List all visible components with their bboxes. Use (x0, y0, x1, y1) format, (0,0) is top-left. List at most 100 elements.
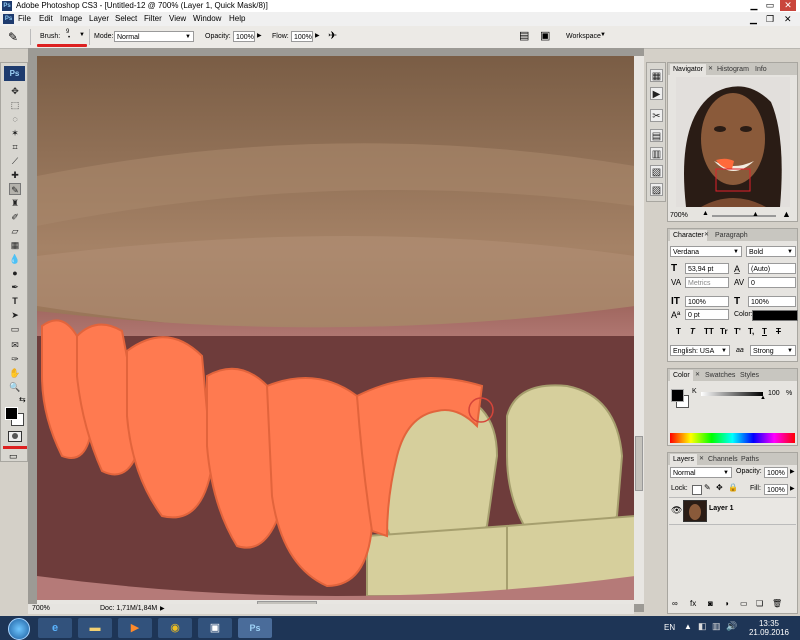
tab-paths[interactable]: Paths (738, 454, 762, 465)
menu-view[interactable]: View (169, 12, 186, 26)
flow-input[interactable]: 100% (291, 31, 313, 42)
doc-close-button[interactable]: ✕ (784, 12, 792, 26)
faux-italic-button[interactable]: T (690, 327, 695, 336)
minimize-button[interactable]: ▁ (746, 0, 762, 11)
opacity-input[interactable]: 100% (233, 31, 255, 42)
tab-info[interactable]: Info (752, 64, 770, 75)
strikethrough-button[interactable]: T (776, 327, 781, 336)
font-family-select[interactable]: Verdana ▼ (670, 246, 742, 257)
slice-tool-icon[interactable]: ⟋ (9, 155, 21, 167)
quick-mask-mode-icon[interactable] (8, 431, 22, 442)
language-select[interactable]: English: USA ▼ (670, 345, 730, 356)
document-canvas[interactable] (37, 56, 635, 604)
layer-style-icon[interactable]: fx (690, 599, 696, 608)
healing-brush-tool-icon[interactable]: ✚ (9, 169, 21, 181)
small-caps-button[interactable]: Tr (720, 327, 728, 336)
brush-picker-arrow-icon[interactable]: ▼ (79, 32, 85, 38)
blend-mode-select[interactable]: Normal ▼ (670, 467, 732, 478)
close-button[interactable]: ✕ (780, 0, 796, 11)
brush-tip-preview[interactable]: • (68, 35, 70, 41)
menu-layer[interactable]: Layer (89, 12, 109, 26)
vertical-scale-input[interactable]: 100% (685, 296, 729, 307)
layer-row[interactable]: 👁 Layer 1 (669, 497, 796, 525)
mode-select[interactable]: Normal ▼ (114, 31, 194, 42)
input-language[interactable]: EN (664, 623, 675, 632)
menu-filter[interactable]: Filter (144, 12, 162, 26)
layer-name[interactable]: Layer 1 (709, 505, 734, 512)
lock-transparency-icon[interactable] (692, 485, 702, 495)
tab-channels[interactable]: Channels (705, 454, 741, 465)
brush-tool-icon[interactable]: ✎ (9, 183, 21, 195)
history-icon[interactable]: ▦ (650, 69, 663, 82)
antialias-select[interactable]: Strong ▼ (750, 345, 796, 356)
fill-arrow-icon[interactable]: ▶ (790, 485, 795, 492)
system-clock[interactable]: 13:35 21.09.2016 (740, 619, 798, 637)
notes-tool-icon[interactable]: ✉ (9, 339, 21, 351)
doc-minimize-button[interactable]: ▁ (750, 12, 757, 26)
tab-color[interactable]: Color (670, 370, 693, 381)
tab-navigator[interactable]: Navigator (670, 64, 706, 75)
delete-layer-icon[interactable]: 🗑 (772, 599, 782, 608)
swap-colors-icon[interactable]: ⇆ (19, 395, 26, 404)
new-layer-icon[interactable]: ❏ (756, 599, 763, 608)
tab-layers[interactable]: Layers (670, 454, 698, 465)
zoom-level[interactable]: 700% (32, 604, 50, 614)
clone-stamp-tool-icon[interactable]: ♜ (9, 197, 21, 209)
navigator-thumbnail[interactable] (676, 77, 790, 207)
baseline-shift-input[interactable]: 0 pt (685, 309, 729, 320)
link-layers-icon[interactable]: ∞ (672, 599, 678, 608)
taskbar-explorer[interactable]: ▬ (78, 618, 112, 638)
taskbar-chrome[interactable]: ◉ (158, 618, 192, 638)
opacity-slider-arrow-icon[interactable]: ▶ (257, 32, 262, 39)
blur-tool-icon[interactable]: 💧 (9, 253, 21, 265)
maximize-button[interactable]: ▭ (762, 0, 778, 11)
brush-tool-icon[interactable]: ✎ (8, 30, 18, 44)
clone-source-icon[interactable]: ▥ (650, 147, 663, 160)
start-button[interactable] (4, 617, 34, 640)
gradient-tool-icon[interactable]: ▦ (9, 239, 21, 251)
k-value[interactable]: 100 (768, 389, 780, 399)
k-slider-handle[interactable]: ▲ (760, 395, 766, 401)
color-foreground-swatch[interactable] (671, 389, 684, 402)
dodge-tool-icon[interactable]: ● (9, 267, 21, 279)
lock-all-icon[interactable]: 🔒 (728, 483, 738, 492)
screen-mode-icon[interactable]: ▭ (9, 451, 18, 462)
menu-window[interactable]: Window (193, 12, 221, 26)
vertical-scrollbar[interactable] (634, 56, 644, 604)
lock-position-icon[interactable]: ✥ (716, 483, 723, 492)
layer-mask-icon[interactable]: ◙ (708, 599, 713, 608)
flow-slider-arrow-icon[interactable]: ▶ (315, 32, 320, 39)
underline-button[interactable]: T (762, 327, 767, 336)
leading-input[interactable]: (Auto) (748, 263, 796, 274)
workspace-button[interactable]: Workspace (566, 31, 601, 42)
color-ramp[interactable] (670, 433, 795, 443)
type-tool-icon[interactable]: T (9, 295, 21, 307)
doc-restore-button[interactable]: ❐ (766, 12, 774, 26)
tab-styles[interactable]: Styles (737, 370, 762, 381)
tab-histogram[interactable]: Histogram (714, 64, 752, 75)
move-tool-icon[interactable]: ✥ (9, 85, 21, 97)
close-tab-icon[interactable]: ✕ (701, 230, 712, 241)
network-tray-icon[interactable]: ▥ (712, 621, 721, 632)
zoom-slider-track[interactable] (712, 215, 776, 217)
opacity-arrow-icon[interactable]: ▶ (790, 468, 795, 475)
workspace-arrow-icon[interactable]: ▼ (600, 32, 606, 38)
all-caps-button[interactable]: TT (704, 327, 714, 336)
taskbar-network[interactable]: ▣ (198, 618, 232, 638)
zoom-in-icon[interactable]: ▲ (782, 209, 791, 219)
eye-icon[interactable]: 👁 (671, 505, 682, 516)
info-icon[interactable]: ▨ (650, 183, 663, 196)
status-menu-arrow-icon[interactable]: ▶ (160, 604, 165, 614)
tool-presets-icon[interactable]: ✂ (650, 109, 663, 122)
history-brush-tool-icon[interactable]: ✐ (9, 211, 21, 223)
k-slider-track[interactable] (701, 392, 763, 396)
horizontal-scale-input[interactable]: 100% (748, 296, 796, 307)
file-browser-icon[interactable]: ▤ (519, 29, 529, 42)
layer-comps-icon[interactable]: ▧ (650, 165, 663, 178)
lasso-tool-icon[interactable]: ◌ (9, 113, 21, 125)
taskbar-media-player[interactable]: ▶ (118, 618, 152, 638)
tray-arrow-icon[interactable]: ▲ (684, 622, 692, 631)
fill-input[interactable]: 100% (764, 484, 788, 495)
tab-swatches[interactable]: Swatches (702, 370, 738, 381)
tab-paragraph[interactable]: Paragraph (712, 230, 751, 241)
